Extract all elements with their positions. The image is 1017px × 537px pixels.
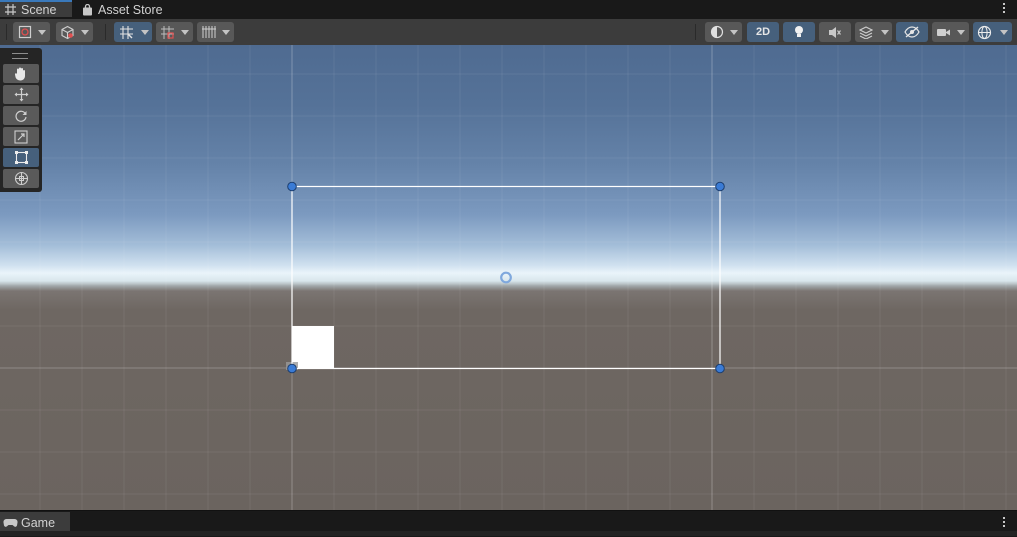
mode-2d-label: 2D xyxy=(755,26,771,38)
increment-snap-icon xyxy=(161,25,174,39)
cube-icon xyxy=(61,25,74,39)
chevron-down-icon xyxy=(181,29,189,35)
scale-tool-button[interactable] xyxy=(3,127,39,146)
resize-handle-top-right[interactable] xyxy=(715,181,725,192)
chevron-down-icon xyxy=(37,29,46,35)
audio-toggle[interactable] xyxy=(819,22,851,42)
rotate-icon xyxy=(15,110,27,122)
mode-2d-toggle[interactable]: 2D xyxy=(747,22,779,42)
tab-menu-icon[interactable] xyxy=(1003,3,1006,13)
chevron-down-icon xyxy=(880,29,889,35)
tab-menu-icon[interactable] xyxy=(1003,517,1006,527)
tab-scene-label: Scene xyxy=(21,2,57,17)
resize-handle-bottom-right[interactable] xyxy=(715,363,725,374)
move-tool-button[interactable] xyxy=(3,85,39,104)
grid-lines-icon xyxy=(202,26,216,38)
scale-icon xyxy=(14,129,28,144)
grid-snap-icon xyxy=(119,25,133,39)
chevron-down-icon xyxy=(999,29,1008,35)
effects-dropdown[interactable] xyxy=(877,22,892,42)
move-arrows-icon xyxy=(14,87,28,102)
rect-tool-button[interactable] xyxy=(3,148,39,167)
rotate-tool-button[interactable] xyxy=(3,106,39,125)
rect-transform-icon xyxy=(14,151,28,164)
shading-sphere-icon xyxy=(710,25,723,39)
tab-game-label: Game xyxy=(21,515,56,530)
grid-snap-dropdown[interactable] xyxy=(138,22,152,42)
selection-rectangle xyxy=(291,185,721,370)
lighting-toggle[interactable] xyxy=(783,22,815,42)
toolbar-separator xyxy=(695,24,696,40)
transform-tool-button[interactable] xyxy=(3,169,39,188)
tab-asset-store-label: Asset Store xyxy=(98,2,163,17)
speaker-muted-icon xyxy=(829,26,841,38)
chevron-down-icon xyxy=(81,29,89,35)
pivot-handle[interactable] xyxy=(500,271,512,284)
hand-icon xyxy=(14,67,25,81)
scene-toolbar: 2D xyxy=(0,19,1017,46)
light-bulb-icon xyxy=(795,26,803,37)
grid-visibility-dropdown[interactable] xyxy=(197,22,234,42)
chevron-down-icon xyxy=(141,29,149,35)
layers-icon xyxy=(859,25,873,39)
hand-tool-button[interactable] xyxy=(3,64,39,83)
gizmo-globe-icon xyxy=(977,25,991,39)
draw-mode-dropdown[interactable] xyxy=(13,22,50,42)
tab-scene[interactable]: Scene xyxy=(0,0,72,17)
shading-mode-dropdown[interactable] xyxy=(705,22,742,42)
draw-mode-icon xyxy=(18,25,31,39)
tool-palette xyxy=(0,48,42,192)
grid-snap-toggle[interactable] xyxy=(114,22,138,42)
gizmos-dropdown[interactable] xyxy=(995,22,1012,42)
grid-hash-icon xyxy=(3,3,17,17)
camera-settings-dropdown[interactable] xyxy=(932,22,969,42)
transform-gizmo-icon xyxy=(14,171,28,186)
palette-drag-handle[interactable] xyxy=(12,53,28,59)
gizmos-toggle[interactable] xyxy=(973,22,995,42)
scene-viewport[interactable] xyxy=(0,45,1017,510)
chevron-down-icon xyxy=(222,29,230,35)
chevron-down-icon xyxy=(957,29,965,35)
tab-asset-store[interactable]: Asset Store xyxy=(80,0,163,19)
scene-visibility-toggle[interactable] xyxy=(896,22,928,42)
chevron-down-icon xyxy=(729,29,738,35)
tab-game[interactable]: Game xyxy=(0,512,70,533)
resize-handle-top-left[interactable] xyxy=(287,181,297,192)
eye-hidden-icon xyxy=(904,26,920,38)
game-toolbar-strip xyxy=(0,531,1017,536)
gamepad-icon xyxy=(3,518,18,527)
resize-handle-bottom-left[interactable] xyxy=(287,363,297,374)
toolbar-separator xyxy=(6,24,7,40)
effects-toggle[interactable] xyxy=(855,22,877,42)
camera-icon xyxy=(937,28,950,36)
selected-sprite[interactable] xyxy=(292,326,334,368)
rect-tool-gizmo[interactable] xyxy=(0,45,1017,510)
increment-snap-button[interactable] xyxy=(156,22,193,42)
toolbar-separator xyxy=(105,24,106,40)
shopping-bag-icon xyxy=(80,3,94,17)
scene-view-mode-dropdown[interactable] xyxy=(56,22,93,42)
editor-tab-bar: Scene Asset Store xyxy=(0,0,1017,19)
